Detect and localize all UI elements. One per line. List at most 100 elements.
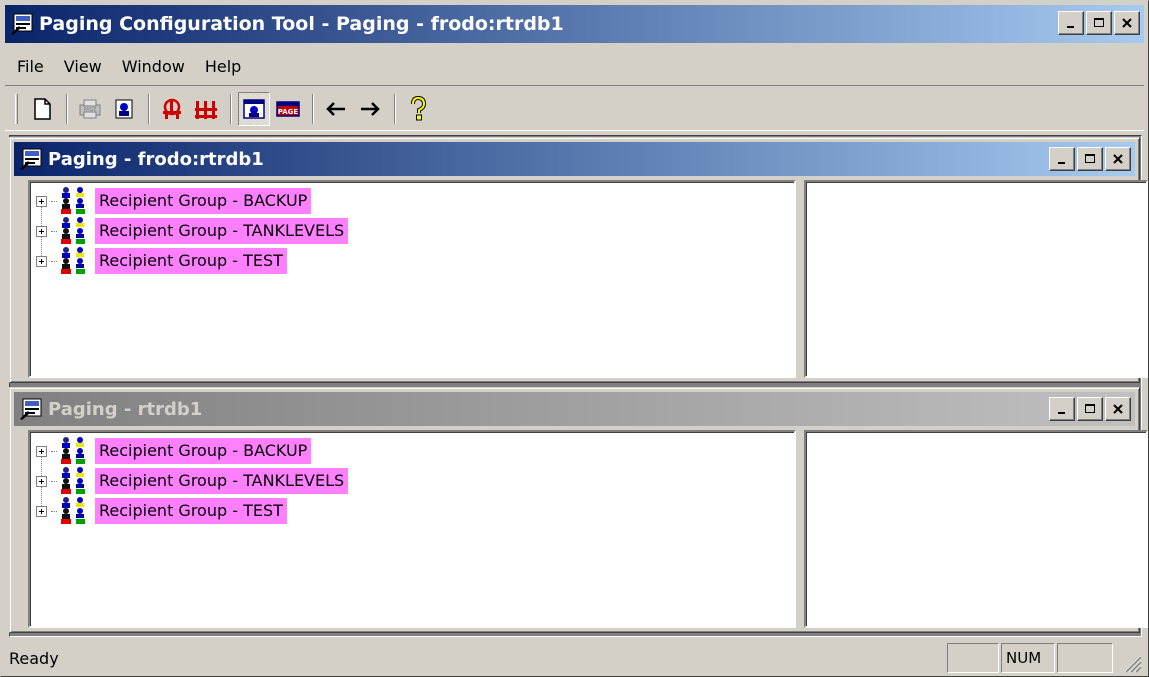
group-schedule-icon [195, 101, 217, 119]
view-recipient-icon [243, 99, 265, 119]
tree-item-label[interactable]: Recipient Group - TEST [95, 248, 287, 274]
maximize-icon [1084, 153, 1096, 165]
recipient-button[interactable] [108, 92, 140, 126]
minimize-icon [1065, 17, 1077, 29]
app-window-controls [1056, 11, 1140, 35]
new-document-icon [34, 98, 51, 120]
toolbar-grip[interactable] [15, 94, 18, 124]
back-button[interactable] [320, 92, 352, 126]
status-text: Ready [9, 649, 59, 668]
status-panel-scroll [1057, 643, 1113, 673]
arrow-right-icon [361, 102, 380, 116]
detail-pane[interactable] [804, 430, 1148, 628]
tree-item-backup[interactable]: Recipient Group - BACKUP [36, 186, 348, 216]
toolbar-separator [394, 94, 396, 124]
tree-item-label[interactable]: Recipient Group - BACKUP [95, 188, 312, 214]
close-icon [1112, 153, 1124, 165]
child-maximize-button[interactable] [1077, 147, 1103, 171]
tree-item-label[interactable]: Recipient Group - TANKLEVELS [95, 468, 349, 494]
toolbar-separator [230, 94, 232, 124]
child-minimize-button[interactable] [1049, 397, 1075, 421]
paging-window-icon [20, 398, 42, 420]
expand-icon[interactable] [36, 505, 47, 517]
child-close-button[interactable] [1105, 397, 1131, 421]
toolbar-separator [312, 94, 314, 124]
forward-button[interactable] [354, 92, 386, 126]
recipient-group-icon [59, 247, 95, 275]
child-window-frodo: Paging - frodo:rtrdb1 Recipient Group - … [9, 137, 1148, 383]
child-title: Paging - rtrdb1 [48, 398, 203, 420]
view-recipient-button[interactable] [238, 92, 270, 126]
app-minimize-button[interactable] [1058, 11, 1084, 35]
group-red-icon [163, 98, 181, 119]
child-title-bar[interactable]: Paging - rtrdb1 [14, 392, 1135, 426]
maximize-icon [1084, 403, 1096, 415]
close-icon [1112, 403, 1124, 415]
recipient-group-tree: Recipient Group - BACKUP Recipient Group… [36, 186, 349, 276]
child-title: Paging - frodo:rtrdb1 [48, 148, 264, 170]
help-button[interactable] [402, 92, 434, 126]
resize-grip-icon[interactable] [1120, 651, 1142, 673]
child-title-bar[interactable]: Paging - frodo:rtrdb1 [14, 142, 1135, 176]
minimize-icon [1056, 403, 1068, 415]
expand-icon[interactable] [36, 225, 47, 237]
child-window-controls [1047, 397, 1131, 421]
app-title-bar[interactable]: Paging Configuration Tool - Paging - fro… [5, 5, 1144, 43]
menu-window[interactable]: Window [112, 57, 195, 76]
group-schedule-button[interactable] [190, 92, 222, 126]
expand-icon[interactable] [36, 475, 47, 487]
expand-icon[interactable] [36, 195, 47, 207]
tree-item-tanklevels[interactable]: Recipient Group - TANKLEVELS [36, 466, 349, 496]
status-bar: Ready NUM [5, 641, 1144, 675]
paging-app-icon[interactable] [11, 13, 33, 35]
recipient-group-tree: Recipient Group - BACKUP Recipient Group… [36, 436, 349, 526]
recipient-icon [115, 99, 133, 119]
menu-view[interactable]: View [54, 57, 112, 76]
tree-item-test[interactable]: Recipient Group - TEST [36, 496, 348, 526]
child-close-button[interactable] [1105, 147, 1131, 171]
arrow-left-icon [326, 102, 345, 116]
recipient-group-icon [59, 187, 95, 215]
detail-pane[interactable] [804, 180, 1148, 378]
recipient-group-icon [59, 217, 95, 245]
page-icon: PAGE [276, 101, 300, 117]
tree-pane[interactable]: Recipient Group - BACKUP Recipient Group… [28, 430, 796, 628]
group-button[interactable] [156, 92, 188, 126]
toolbar-separator [148, 94, 150, 124]
tree-item-tanklevels[interactable]: Recipient Group - TANKLEVELS [36, 216, 349, 246]
close-icon [1121, 17, 1133, 29]
new-button[interactable] [26, 92, 58, 126]
recipient-group-icon [59, 467, 95, 495]
app-close-button[interactable] [1114, 11, 1140, 35]
tree-item-backup[interactable]: Recipient Group - BACKUP [36, 436, 348, 466]
paging-window-icon [20, 148, 42, 170]
child-minimize-button[interactable] [1049, 147, 1075, 171]
toolbar: PAGE PAGE [5, 85, 1144, 131]
menubar: File View Window Help [7, 51, 251, 81]
svg-text:PAGE: PAGE [278, 108, 299, 116]
recipient-group-icon [59, 497, 95, 525]
tree-item-label[interactable]: Recipient Group - TANKLEVELS [95, 218, 349, 244]
minimize-icon [1056, 153, 1068, 165]
tree-pane[interactable]: Recipient Group - BACKUP Recipient Group… [28, 180, 796, 378]
tree-item-test[interactable]: Recipient Group - TEST [36, 246, 348, 276]
expand-icon[interactable] [36, 445, 47, 457]
expand-icon[interactable] [36, 255, 47, 267]
child-window-controls [1047, 147, 1131, 171]
app-title: Paging Configuration Tool - Paging - fro… [39, 13, 564, 35]
toolbar-separator [66, 94, 68, 124]
page-printer-icon: PAGE [79, 99, 101, 119]
menu-help[interactable]: Help [195, 57, 251, 76]
recipient-group-icon [59, 437, 95, 465]
tree-item-label[interactable]: Recipient Group - BACKUP [95, 438, 312, 464]
page-printer-button[interactable]: PAGE [74, 92, 106, 126]
status-panel-num: NUM [1001, 643, 1055, 673]
tree-item-label[interactable]: Recipient Group - TEST [95, 498, 287, 524]
app-maximize-button[interactable] [1086, 11, 1112, 35]
help-icon [411, 96, 427, 121]
application-window: Paging Configuration Tool - Paging - fro… [0, 0, 1149, 677]
child-maximize-button[interactable] [1077, 397, 1103, 421]
status-panel-caps [947, 643, 999, 673]
page-button[interactable]: PAGE [272, 92, 304, 126]
menu-file[interactable]: File [7, 57, 54, 76]
